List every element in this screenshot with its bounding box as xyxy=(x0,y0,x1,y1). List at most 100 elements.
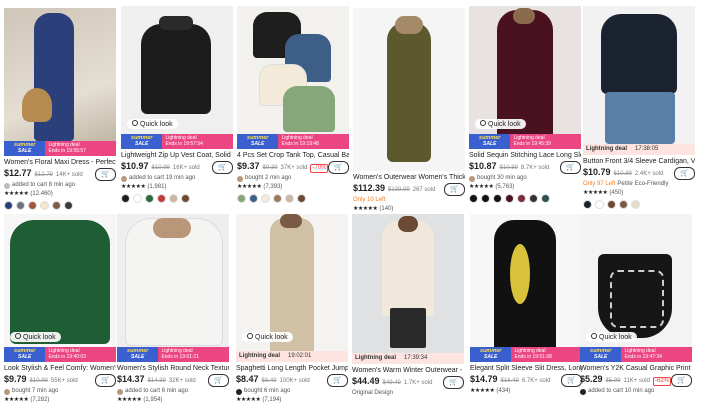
add-to-cart-button[interactable]: 🛒 xyxy=(327,374,348,387)
cart-icon: 🛒 xyxy=(567,377,576,384)
add-to-cart-button[interactable]: 🛒 xyxy=(95,374,116,387)
product-title[interactable]: Look Stylish & Feel Comfy: Women's... xyxy=(4,364,116,373)
product-price: $112.39 xyxy=(353,183,386,193)
product-title[interactable]: Solid Sequin Stitching Lace Long Sle... xyxy=(469,151,581,160)
add-to-cart-button[interactable]: 🛒 xyxy=(560,161,581,174)
discount-badge: -70% xyxy=(310,164,329,173)
add-to-cart-button[interactable]: 🛒 xyxy=(561,374,582,387)
product-title[interactable]: Women's Outerwear Women's Thick... xyxy=(353,173,465,182)
avatar xyxy=(236,388,242,395)
product-card[interactable]: Lightning deal 17:38:05 Button Front 3/4 … xyxy=(583,6,695,209)
add-to-cart-button[interactable]: 🛒 xyxy=(443,376,464,389)
lightning-deal-banner: summer SALE Lightning deal Ends in 19:01:2… xyxy=(117,347,229,362)
product-image[interactable]: Lightning deal 17:38:05 xyxy=(583,6,695,155)
product-card[interactable]: summer SALE Lightning deal Ends in 19:51:0… xyxy=(470,214,582,396)
add-to-cart-button[interactable]: 🛒 xyxy=(444,183,465,196)
add-to-cart-button[interactable]: 🛒 xyxy=(674,167,695,180)
product-card[interactable]: Lightning deal 17:39:34 Women's Warm Wint… xyxy=(352,214,464,398)
quick-look-button[interactable]: Quick look xyxy=(10,332,61,342)
cart-icon: 🛒 xyxy=(101,377,110,384)
add-to-cart-button[interactable]: 🛒 xyxy=(208,374,229,387)
sold-count: 11K+ sold xyxy=(623,378,650,384)
product-card[interactable]: Women's Outerwear Women's Thick... $112.… xyxy=(353,8,465,214)
product-price: $10.87 xyxy=(469,161,497,171)
product-image[interactable]: Lightning deal 17:39:34 xyxy=(352,214,464,364)
avatar xyxy=(121,175,127,182)
eye-icon xyxy=(132,120,138,126)
product-price: $12.77 xyxy=(4,168,32,178)
add-to-cart-button[interactable]: 🛒 xyxy=(671,374,692,387)
product-title[interactable]: Women's Stylish Round Neck Textur... xyxy=(117,364,229,373)
product-image[interactable]: summer SALE Lightning deal Ends in 19:51:0… xyxy=(470,214,582,362)
lightning-deal-banner: summer SALE Lightning deal Ends in 19:45:3… xyxy=(469,134,581,149)
rating-count: (1,981) xyxy=(147,184,167,190)
product-title[interactable]: Elegant Split Sleeve Slit Dress, Long ..… xyxy=(470,364,582,373)
original-price: $139.99 xyxy=(388,187,410,193)
add-to-cart-button[interactable]: 🛒 xyxy=(328,161,349,174)
lightning-deal-bar: Lightning deal 19:02:01 xyxy=(236,351,348,362)
eye-icon xyxy=(247,333,253,339)
product-image[interactable]: summer SALE Lightning deal Ends in 19:01:2… xyxy=(117,214,229,362)
sold-count: 1.7K+ sold xyxy=(403,380,433,386)
star-rating: ★★★★★ xyxy=(117,397,142,403)
star-rating: ★★★★★ xyxy=(237,184,262,190)
add-to-cart-button[interactable]: 🛒 xyxy=(95,168,116,181)
sold-count: 2.4K+ sold xyxy=(634,171,664,177)
activity-text: added to cart 10 min ago xyxy=(580,387,692,396)
product-card[interactable]: summer SALE Lightning deal Ends in 19:55:5… xyxy=(4,8,116,210)
product-image[interactable]: Quick look summer SALE Lightning deal Ends… xyxy=(469,6,581,149)
lightning-deal-banner: summer SALE Lightning deal Ends in 19:40:0… xyxy=(4,347,116,362)
sold-count: 55K+ sold xyxy=(50,378,78,384)
product-card[interactable]: summer SALE Lightning deal Ends in 19:01:2… xyxy=(117,214,229,405)
cart-icon: 🛒 xyxy=(218,164,227,171)
product-title[interactable]: Women's Warm Winter Outerwear - ... xyxy=(352,366,464,375)
lightning-deal-bar: Lightning deal 17:39:34 xyxy=(352,353,464,364)
original-price: $5.99 xyxy=(605,378,621,384)
add-to-cart-button[interactable]: 🛒 xyxy=(212,161,233,174)
rating-count: (5,763) xyxy=(495,184,515,190)
product-title[interactable]: Spaghetti Long Length Pocket Jump... xyxy=(236,364,348,373)
lightning-deal-banner: summer SALE Lightning deal Ends in 19:57:5… xyxy=(121,134,233,149)
product-image[interactable]: Quick look Lightning deal 19:02:01 xyxy=(236,214,348,362)
product-title[interactable]: Button Front 3/4 Sleeve Cardigan, Vi... xyxy=(583,157,695,166)
rating-count: (434) xyxy=(496,388,511,394)
product-card[interactable]: Quick look Lightning deal 19:02:01 Spaghe… xyxy=(236,214,348,405)
product-card[interactable]: Quick look summer SALE Lightning deal Ends… xyxy=(121,6,233,203)
cart-icon: 🛒 xyxy=(334,164,343,171)
product-image[interactable]: Quick look summer SALE Lightning deal Ends… xyxy=(4,214,116,362)
cart-icon: 🛒 xyxy=(449,379,458,386)
product-card[interactable]: Quick look summer SALE Lightning deal Ends… xyxy=(4,214,116,405)
sold-count: 32K+ sold xyxy=(168,378,196,384)
product-title[interactable]: 4 Pcs Set Crop Tank Top, Casual Basi... xyxy=(237,151,349,160)
original-price: $8.49 xyxy=(261,378,277,384)
lightning-deal-banner: summer SALE Lightning deal Ends in 19:19:4… xyxy=(237,134,349,149)
quick-look-button[interactable]: Quick look xyxy=(586,332,637,342)
quick-look-button[interactable]: Quick look xyxy=(127,119,178,129)
sold-count: 14K+ sold xyxy=(55,172,83,178)
product-image[interactable]: Quick look summer SALE Lightning deal Ends… xyxy=(580,214,692,362)
product-image[interactable]: summer SALE Lightning deal Ends in 19:19:4… xyxy=(237,6,349,149)
sold-count: 6.7K+ sold xyxy=(521,378,551,384)
product-card[interactable]: Quick look summer SALE Lightning deal Ends… xyxy=(469,6,581,203)
quick-look-button[interactable]: Quick look xyxy=(242,332,293,342)
product-image[interactable] xyxy=(353,8,465,171)
product-title[interactable]: Women's Floral Maxi Dress - Perfect... xyxy=(4,158,116,167)
cart-icon: 🛒 xyxy=(677,377,686,384)
product-title[interactable]: Women's Y2K Casual Graphic Print C... xyxy=(580,364,692,373)
product-title[interactable]: Lightweight Zip Up Vest Coat, Solid ... xyxy=(121,151,233,160)
activity-text: bought 6 min ago xyxy=(236,387,348,396)
product-image[interactable]: summer SALE Lightning deal Ends in 19:55:5… xyxy=(4,8,116,156)
quick-look-button[interactable]: Quick look xyxy=(475,119,526,129)
star-rating: ★★★★★ xyxy=(469,184,494,190)
product-price: $14.37 xyxy=(117,374,145,384)
avatar xyxy=(4,182,10,189)
product-card[interactable]: Quick look summer SALE Lightning deal Ends… xyxy=(580,214,692,396)
product-card[interactable]: summer SALE Lightning deal Ends in 19:19:4… xyxy=(237,6,349,203)
eye-icon xyxy=(480,120,486,126)
lightning-deal-banner: summer SALE Lightning deal Ends in 19:47:3… xyxy=(580,347,692,362)
product-image[interactable]: Quick look summer SALE Lightning deal Ends… xyxy=(121,6,233,149)
eye-icon xyxy=(591,333,597,339)
activity-text: bought 2 min ago xyxy=(237,174,349,183)
stock-warning: Only 10 Left xyxy=(353,197,386,203)
sold-count: 267 sold xyxy=(412,187,436,193)
